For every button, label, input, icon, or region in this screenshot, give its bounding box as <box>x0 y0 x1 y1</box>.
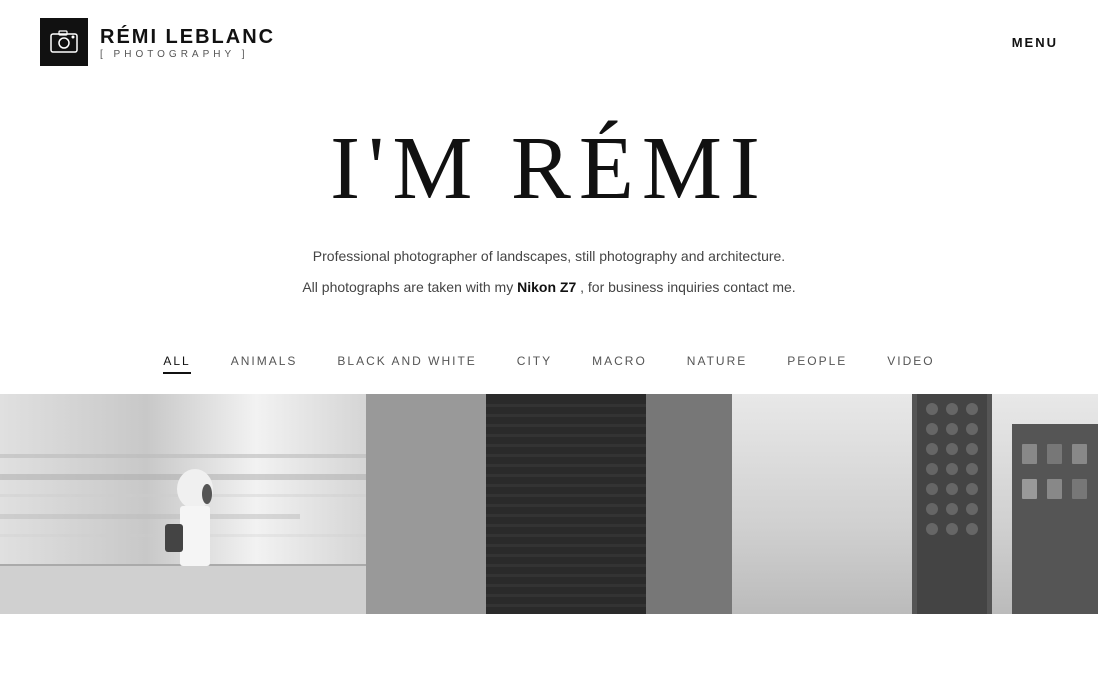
hero-section: I'M RÉMI Professional photographer of la… <box>0 84 1098 326</box>
logo[interactable]: RÉMI LEBLANC [ PHOTOGRAPHY ] <box>40 18 275 66</box>
menu-button[interactable]: MENU <box>1012 35 1058 50</box>
filter-city[interactable]: CITY <box>517 354 552 374</box>
logo-subtitle: [ PHOTOGRAPHY ] <box>100 49 275 60</box>
filter-all[interactable]: ALL <box>163 354 190 374</box>
filter-nature[interactable]: NATURE <box>687 354 747 374</box>
hero-title: I'M RÉMI <box>20 124 1078 214</box>
site-header: RÉMI LEBLANC [ PHOTOGRAPHY ] MENU <box>0 0 1098 84</box>
gallery-item-3[interactable] <box>732 394 1098 614</box>
filter-macro[interactable]: MACRO <box>592 354 647 374</box>
filter-nav: ALL ANIMALS BLACK AND WHITE CITY MACRO N… <box>0 326 1098 394</box>
filter-black-and-white[interactable]: BLACK AND WHITE <box>337 354 476 374</box>
hero-desc-after: , for business inquiries contact me. <box>576 279 795 295</box>
logo-name: RÉMI LEBLANC <box>100 25 275 49</box>
hero-description-line1: Professional photographer of landscapes,… <box>20 244 1078 269</box>
filter-video[interactable]: VIDEO <box>887 354 934 374</box>
gallery-item-2[interactable] <box>366 394 732 614</box>
filter-people[interactable]: PEOPLE <box>787 354 847 374</box>
filter-animals[interactable]: ANIMALS <box>231 354 298 374</box>
hero-desc-before: All photographs are taken with my <box>302 279 517 295</box>
gallery-item-1[interactable] <box>0 394 366 614</box>
gallery <box>0 394 1098 614</box>
logo-text: RÉMI LEBLANC [ PHOTOGRAPHY ] <box>100 25 275 60</box>
hero-camera: Nikon Z7 <box>517 279 576 295</box>
logo-icon <box>40 18 88 66</box>
hero-description-line2: All photographs are taken with my Nikon … <box>20 275 1078 300</box>
